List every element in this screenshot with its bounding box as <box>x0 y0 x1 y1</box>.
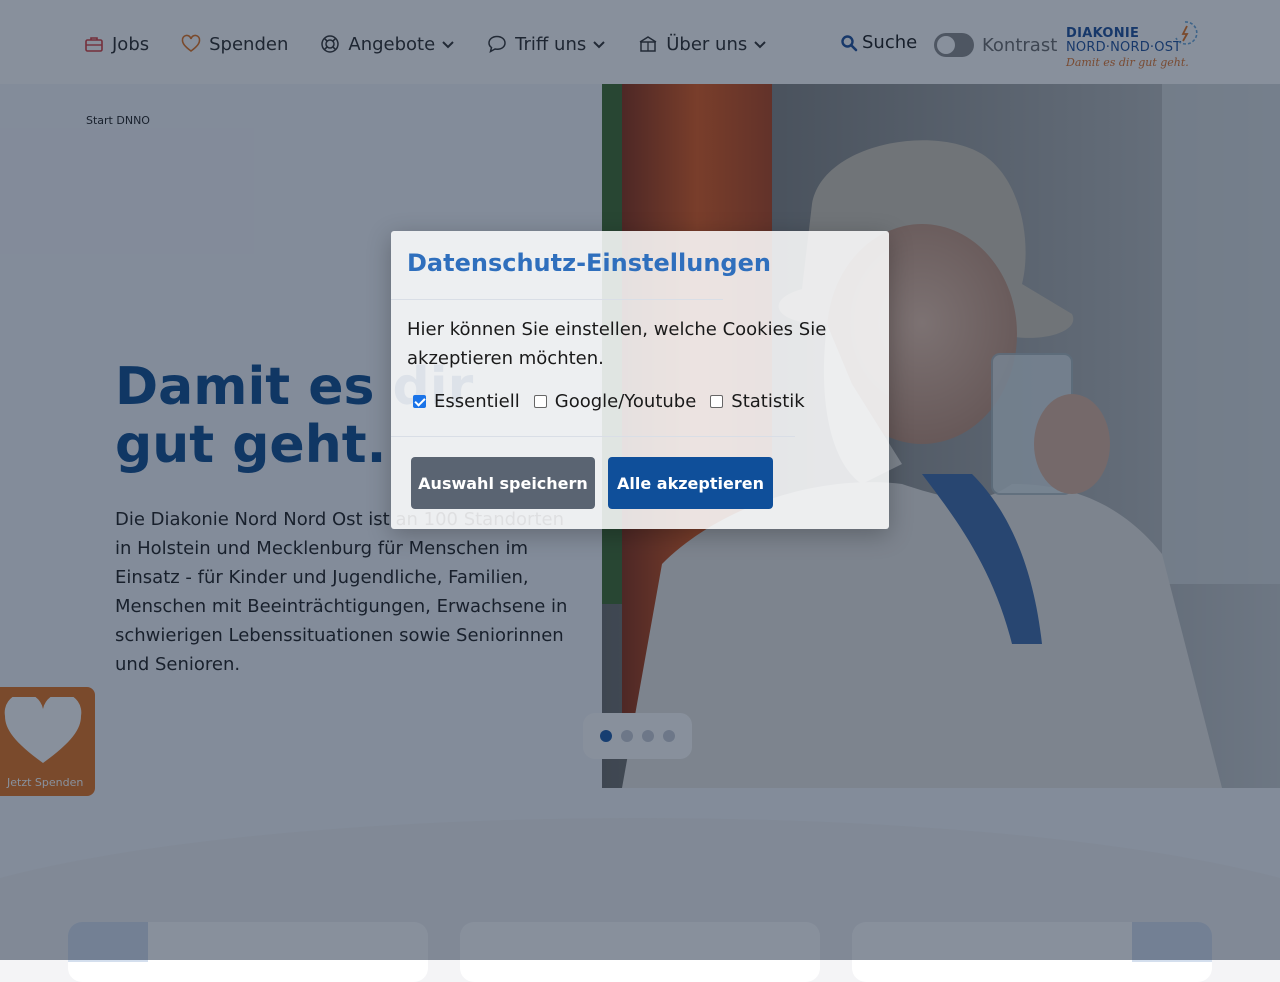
save-selection-button[interactable]: Auswahl speichern <box>411 457 595 509</box>
dialog-text: Hier können Sie einstellen, welche Cooki… <box>407 319 827 369</box>
option-label: Google/Youtube <box>554 391 697 412</box>
cookie-consent-dialog: Datenschutz-Einstellungen Hier können Si… <box>391 231 889 529</box>
divider <box>391 299 723 300</box>
option-google-youtube[interactable]: Google/Youtube <box>533 391 697 412</box>
option-label: Statistik <box>731 391 805 412</box>
cookie-options: Essentiell Google/Youtube Statistik <box>413 391 819 412</box>
checkbox-statistik[interactable] <box>710 395 724 408</box>
dialog-title: Datenschutz-Einstellungen <box>407 249 771 277</box>
option-label: Essentiell <box>434 391 520 412</box>
accept-all-button[interactable]: Alle akzeptieren <box>608 457 773 509</box>
option-essentiell[interactable]: Essentiell <box>413 391 520 412</box>
checkbox-essentiell[interactable] <box>413 395 426 408</box>
option-statistik[interactable]: Statistik <box>710 391 805 412</box>
checkbox-google-youtube[interactable] <box>533 395 547 408</box>
divider <box>391 436 795 437</box>
page: Jobs Spenden Angebote Triff uns <box>0 0 1280 982</box>
